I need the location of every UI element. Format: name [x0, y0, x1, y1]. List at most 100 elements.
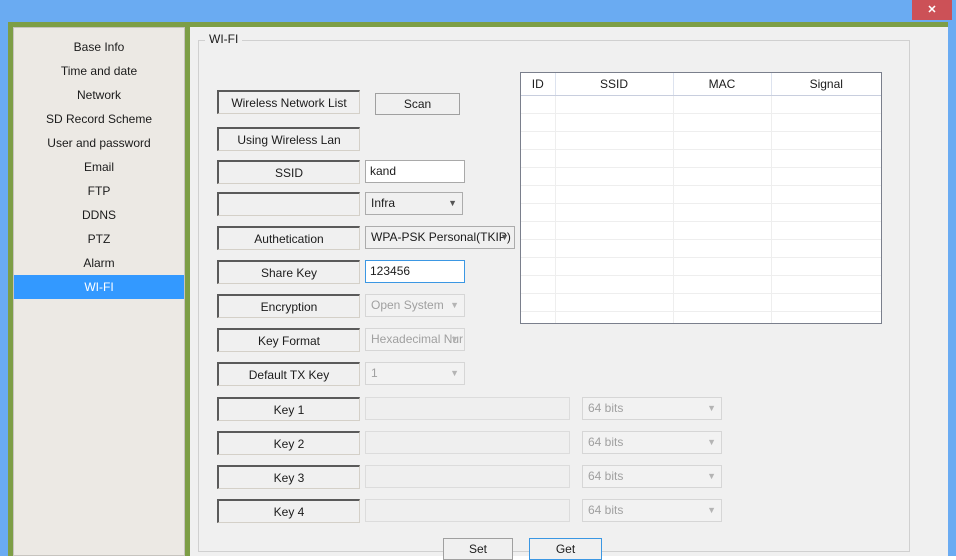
table-cell — [521, 293, 556, 312]
table-row[interactable] — [521, 275, 881, 294]
share-key-input[interactable]: 123456 — [365, 260, 465, 283]
title-bar: ✕ — [0, 0, 956, 22]
get-button[interactable]: Get — [529, 538, 602, 560]
encryption-button[interactable]: Encryption — [217, 294, 360, 318]
chevron-down-icon: ▼ — [450, 368, 459, 378]
sidebar-item-alarm[interactable]: Alarm — [14, 251, 184, 275]
key-format-button[interactable]: Key Format — [217, 328, 360, 352]
content-panel: WI-FI Wireless Network List Scan Using W… — [190, 27, 948, 560]
set-button[interactable]: Set — [443, 538, 513, 560]
scan-button[interactable]: Scan — [375, 93, 460, 115]
key-2-bits-select[interactable]: 64 bits ▼ — [582, 431, 722, 454]
sidebar-item-time-and-date[interactable]: Time and date — [14, 59, 184, 83]
chevron-down-icon: ▼ — [707, 403, 716, 413]
table-row[interactable] — [521, 293, 881, 312]
table-cell — [771, 185, 881, 204]
table-row[interactable] — [521, 149, 881, 168]
key-4-input[interactable] — [365, 499, 570, 522]
table-cell — [673, 257, 772, 276]
authentication-button[interactable]: Authetication — [217, 226, 360, 250]
sidebar-item-ftp[interactable]: FTP — [14, 179, 184, 203]
sidebar-item-user-and-password[interactable]: User and password — [14, 131, 184, 155]
table-cell — [771, 131, 881, 150]
sidebar-item-ddns[interactable]: DDNS — [14, 203, 184, 227]
table-cell — [555, 167, 674, 186]
sidebar-item-email[interactable]: Email — [14, 155, 184, 179]
table-row[interactable] — [521, 167, 881, 186]
table-cell — [555, 293, 674, 312]
table-cell — [673, 167, 772, 186]
application-window: ✕ Base Info Time and date Network SD Rec… — [0, 0, 956, 560]
table-cell — [673, 185, 772, 204]
chevron-down-icon: ▼ — [707, 471, 716, 481]
share-key-button[interactable]: Share Key — [217, 260, 360, 284]
table-cell — [673, 293, 772, 312]
table-row[interactable] — [521, 203, 881, 222]
chevron-down-icon: ▼ — [707, 505, 716, 515]
table-cell — [555, 239, 674, 258]
sidebar-item-sd-record-scheme[interactable]: SD Record Scheme — [14, 107, 184, 131]
table-cell — [771, 149, 881, 168]
table-row[interactable] — [521, 257, 881, 276]
authentication-select[interactable]: WPA-PSK Personal(TKIP) ▼ — [365, 226, 515, 249]
network-mode-button[interactable] — [217, 192, 360, 216]
table-cell — [555, 185, 674, 204]
key-4-button[interactable]: Key 4 — [217, 499, 360, 523]
table-row[interactable] — [521, 221, 881, 240]
key-3-input[interactable] — [365, 465, 570, 488]
table-cell — [771, 221, 881, 240]
key-4-bits-select[interactable]: 64 bits ▼ — [582, 499, 722, 522]
table-header-row: ID SSID MAC Signal — [521, 73, 881, 96]
network-mode-value: Infra — [371, 196, 396, 210]
ssid-input[interactable]: kand — [365, 160, 465, 183]
key-1-bits-select[interactable]: 64 bits ▼ — [582, 397, 722, 420]
table-row[interactable] — [521, 95, 881, 114]
using-wireless-lan-button[interactable]: Using Wireless Lan — [217, 127, 360, 151]
key-3-bits-select[interactable]: 64 bits ▼ — [582, 465, 722, 488]
default-tx-key-button[interactable]: Default TX Key — [217, 362, 360, 386]
table-header-ssid: SSID — [555, 73, 674, 96]
sidebar-item-network[interactable]: Network — [14, 83, 184, 107]
table-cell — [521, 113, 556, 132]
table-cell — [521, 257, 556, 276]
encryption-select[interactable]: Open System ▼ — [365, 294, 465, 317]
sidebar-item-base-info[interactable]: Base Info — [14, 35, 184, 59]
table-cell — [673, 95, 772, 114]
wireless-network-list-button[interactable]: Wireless Network List — [217, 90, 360, 114]
table-row[interactable] — [521, 131, 881, 150]
table-row[interactable] — [521, 239, 881, 258]
default-tx-key-select[interactable]: 1 ▼ — [365, 362, 465, 385]
network-mode-select[interactable]: Infra ▼ — [365, 192, 463, 215]
sidebar-item-wifi[interactable]: WI-FI — [14, 275, 184, 299]
key-3-button[interactable]: Key 3 — [217, 465, 360, 489]
table-cell — [771, 167, 881, 186]
table-cell — [673, 203, 772, 222]
ssid-button[interactable]: SSID — [217, 160, 360, 184]
table-cell — [771, 113, 881, 132]
key-1-input[interactable] — [365, 397, 570, 420]
close-icon[interactable]: ✕ — [912, 0, 952, 20]
table-cell — [521, 185, 556, 204]
key-1-button[interactable]: Key 1 — [217, 397, 360, 421]
key-format-select[interactable]: Hexadecimal Nur ▼ — [365, 328, 465, 351]
table-row[interactable] — [521, 185, 881, 204]
table-row[interactable] — [521, 311, 881, 323]
chevron-down-icon: ▼ — [707, 437, 716, 447]
table-cell — [771, 239, 881, 258]
default-tx-key-value: 1 — [371, 366, 378, 380]
key-2-button[interactable]: Key 2 — [217, 431, 360, 455]
key-2-input[interactable] — [365, 431, 570, 454]
table-cell — [521, 239, 556, 258]
table-cell — [555, 275, 674, 294]
table-cell — [521, 275, 556, 294]
table-cell — [521, 149, 556, 168]
table-cell — [771, 203, 881, 222]
sidebar-item-ptz[interactable]: PTZ — [14, 227, 184, 251]
table-row[interactable] — [521, 113, 881, 132]
key-2-bits-value: 64 bits — [588, 435, 624, 449]
table-cell — [771, 275, 881, 294]
wireless-network-table[interactable]: ID SSID MAC Signal — [520, 72, 882, 324]
table-cell — [771, 257, 881, 276]
encryption-value: Open System — [371, 298, 444, 312]
table-cell — [555, 113, 674, 132]
